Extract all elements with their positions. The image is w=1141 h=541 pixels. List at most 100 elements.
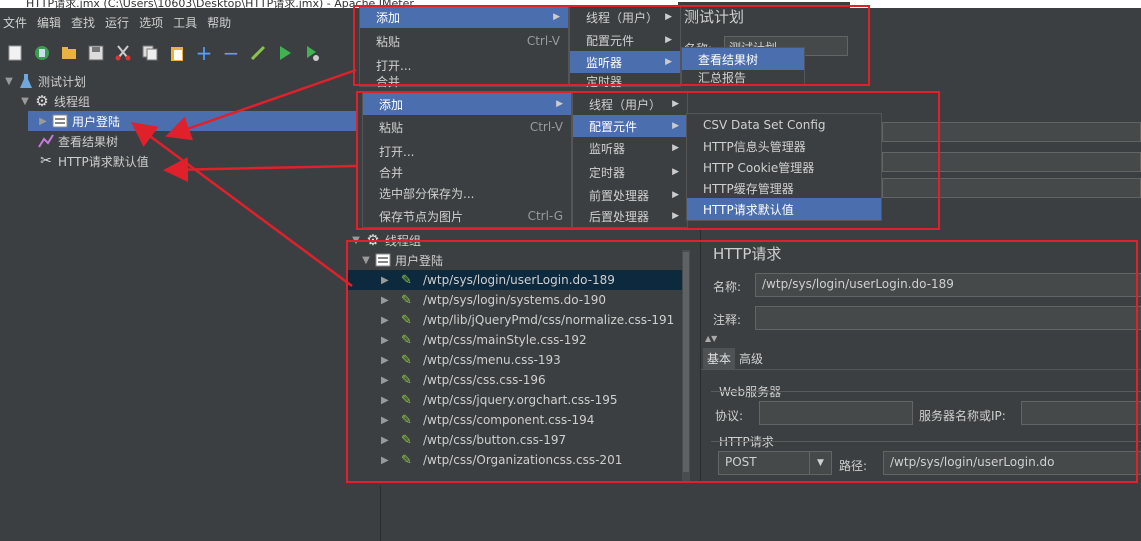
menu-search[interactable]: 查找	[68, 14, 102, 31]
menu2-item-paste[interactable]: 粘贴 Ctrl-V	[363, 116, 571, 138]
subsubmenu2-item-csv[interactable]: CSV Data Set Config	[687, 114, 881, 136]
request-label: /wtp/css/Organizationcss.css-201	[423, 453, 623, 467]
chevron-down-icon[interactable]: ▼	[2, 76, 16, 87]
start-icon[interactable]	[274, 42, 296, 64]
tree-node-users-login-2[interactable]: ▼ 用户登陆	[359, 250, 443, 270]
menu-run[interactable]: 运行	[102, 14, 136, 31]
chevron-right-icon[interactable]: ▶	[381, 275, 395, 286]
menu2-item-open[interactable]: 打开...	[363, 140, 571, 162]
chevron-right-icon[interactable]: ▶	[381, 355, 395, 366]
request-item[interactable]: ▶ ✎ /wtp/css/menu.css-193	[347, 350, 682, 370]
tab-advanced[interactable]: 高级	[739, 350, 763, 367]
tree-node-test-plan[interactable]: ▼ 测试计划	[2, 71, 86, 91]
tab-basic[interactable]: 基本	[703, 348, 736, 369]
save-icon[interactable]	[85, 42, 107, 64]
request-item[interactable]: ▶ ✎ /wtp/sys/login/userLogin.do-189	[347, 270, 682, 290]
menu1-item-paste[interactable]: 粘贴 Ctrl-V	[360, 30, 568, 52]
chevron-down-icon[interactable]: ▼	[809, 452, 831, 474]
comment-field[interactable]	[755, 306, 1141, 330]
menu1-item-merge[interactable]: 合并	[360, 74, 568, 89]
submenu2-item-timer[interactable]: 定时器 ▶	[573, 161, 687, 183]
method-select[interactable]: POST ▼	[718, 451, 832, 475]
copy-icon[interactable]	[139, 42, 161, 64]
chevron-right-icon[interactable]: ▶	[381, 395, 395, 406]
request-item[interactable]: ▶ ✎ /wtp/lib/jQueryPmd/css/normalize.css-1…	[347, 310, 682, 330]
request-item[interactable]: ▶ ✎ /wtp/css/mainStyle.css-192	[347, 330, 682, 350]
menu2-item-save-image[interactable]: 保存节点为图片 Ctrl-G	[363, 205, 571, 227]
menu1-item-add[interactable]: 添加 ▶	[360, 6, 568, 28]
request-item[interactable]: ▶ ✎ /wtp/css/css.css-196	[347, 370, 682, 390]
submenu2-item-config[interactable]: 配置元件 ▶	[573, 115, 687, 137]
paste-icon[interactable]	[166, 42, 188, 64]
request-label: /wtp/sys/login/userLogin.do-189	[423, 273, 615, 287]
subsubmenu1-item-summary[interactable]: 汇总报告	[682, 70, 804, 85]
menu2-item-add[interactable]: 添加 ▶	[363, 93, 571, 115]
expand-icon[interactable]: +	[193, 41, 215, 65]
tree-node-label: 线程组	[54, 94, 91, 109]
tree-node-users-login[interactable]: ▶ 用户登陆	[28, 111, 356, 131]
request-item[interactable]: ▶ ✎ /wtp/css/Organizationcss.css-201	[347, 450, 682, 470]
toggle-icon[interactable]	[247, 42, 269, 64]
request-item[interactable]: ▶ ✎ /wtp/css/component.css-194	[347, 410, 682, 430]
chart-icon	[38, 133, 54, 149]
chevron-down-icon[interactable]: ▼	[359, 255, 373, 266]
menu-help[interactable]: 帮助	[204, 14, 238, 31]
chevron-right-icon[interactable]: ▶	[381, 455, 395, 466]
start-no-pause-icon[interactable]	[301, 42, 323, 64]
form-title: HTTP请求	[713, 245, 782, 263]
chevron-right-icon[interactable]: ▶	[381, 415, 395, 426]
toolbar: + −	[0, 38, 360, 68]
menu2-item-merge[interactable]: 合并	[363, 161, 571, 183]
menu1-item-open[interactable]: 打开...	[360, 54, 568, 76]
chevron-down-icon[interactable]: ▼	[18, 96, 32, 107]
chevron-down-icon[interactable]: ▼	[349, 235, 363, 246]
menu-edit[interactable]: 编辑	[34, 14, 68, 31]
submenu1-item-listener[interactable]: 监听器 ▶	[570, 51, 680, 73]
open-icon[interactable]	[58, 42, 80, 64]
tree-node-thread-group[interactable]: ▼ ⚙ 线程组	[18, 91, 90, 111]
request-list: ▶ ✎ /wtp/sys/login/userLogin.do-189 ▶ ✎ /wtp/…	[347, 270, 687, 482]
submenu1-item-config[interactable]: 配置元件 ▶	[570, 29, 680, 51]
submenu2-item-post[interactable]: 后置处理器 ▶	[573, 205, 687, 227]
name-field[interactable]: /wtp/sys/login/userLogin.do-189	[755, 273, 1141, 297]
cut-icon[interactable]	[112, 42, 134, 64]
scrollbar-thumb[interactable]	[683, 252, 689, 472]
tree-scrollbar[interactable]	[682, 250, 690, 482]
menu-file[interactable]: 文件	[0, 14, 34, 31]
tree-node-thread-group-2[interactable]: ▼ ⚙ 线程组	[349, 230, 421, 250]
submenu1-item-timer[interactable]: 定时器	[570, 74, 680, 89]
menu-tools[interactable]: 工具	[170, 14, 204, 31]
chevron-right-icon[interactable]: ▶	[381, 335, 395, 346]
submenu1-item-threads[interactable]: 线程（用户） ▶	[570, 6, 680, 28]
submenu2-item-listener[interactable]: 监听器 ▶	[573, 137, 687, 159]
request-item[interactable]: ▶ ✎ /wtp/css/button.css-197	[347, 430, 682, 450]
chevron-right-icon[interactable]: ▶	[381, 315, 395, 326]
tree-node-http-defaults[interactable]: ✂ HTTP请求默认值	[38, 151, 149, 171]
menu-options[interactable]: 选项	[136, 14, 170, 31]
request-item[interactable]: ▶ ✎ /wtp/css/jquery.orgchart.css-195	[347, 390, 682, 410]
templates-icon[interactable]	[31, 42, 53, 64]
chevron-right-icon[interactable]: ▶	[381, 435, 395, 446]
http-request-form: HTTP请求 名称: /wtp/sys/login/userLogin.do-1…	[700, 230, 1141, 482]
chevron-right-icon[interactable]: ▶	[381, 375, 395, 386]
tree-node-results-tree[interactable]: 查看结果树	[38, 131, 118, 151]
tree-node-label: 测试计划	[38, 74, 87, 89]
controller-icon	[52, 113, 68, 129]
request-item[interactable]: ▶ ✎ /wtp/sys/login/systems.do-190	[347, 290, 682, 310]
subsubmenu2-item-cache[interactable]: HTTP缓存管理器	[687, 177, 881, 199]
new-icon[interactable]	[4, 42, 26, 64]
submenu2-item-threads[interactable]: 线程（用户） ▶	[573, 93, 687, 115]
subsubmenu1-item-results-tree[interactable]: 查看结果树	[682, 48, 804, 70]
protocol-field[interactable]	[759, 401, 913, 425]
subsubmenu2-item-cookie[interactable]: HTTP Cookie管理器	[687, 156, 881, 178]
subsubmenu2-item-http-defaults[interactable]: HTTP请求默认值	[687, 198, 881, 220]
chevron-right-icon[interactable]: ▶	[381, 295, 395, 306]
submenu2-item-pre[interactable]: 前置处理器 ▶	[573, 184, 687, 206]
chevron-right-icon[interactable]: ▶	[36, 116, 50, 127]
menu2-item-save-selection[interactable]: 选中部分保存为...	[363, 182, 571, 204]
server-field[interactable]	[1021, 401, 1141, 425]
splitter-arrows-icon[interactable]: ▲▼	[705, 334, 717, 343]
collapse-icon[interactable]: −	[220, 41, 242, 65]
path-field[interactable]: /wtp/sys/login/userLogin.do	[883, 451, 1141, 475]
subsubmenu2-item-header[interactable]: HTTP信息头管理器	[687, 135, 881, 157]
